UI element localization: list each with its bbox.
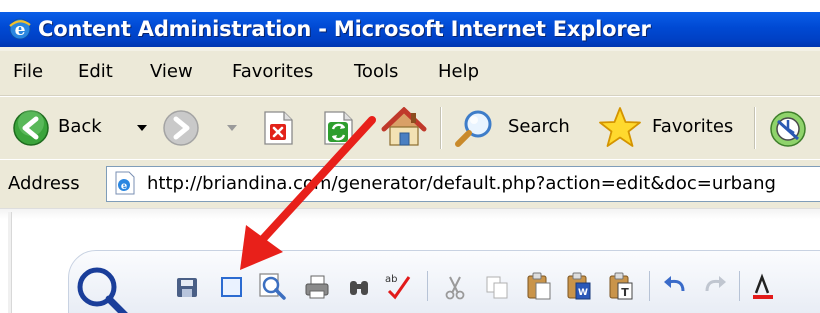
back-arrow-icon — [12, 109, 50, 147]
svg-text:W: W — [578, 288, 588, 298]
address-url[interactable]: http://briandina.com/generator/default.p… — [147, 173, 776, 194]
favorites-button[interactable]: Favorites — [596, 105, 746, 151]
cut-icon[interactable] — [441, 273, 469, 301]
svg-text:ab: ab — [385, 274, 397, 285]
media-icon[interactable] — [766, 109, 808, 149]
menu-help[interactable]: Help — [438, 61, 479, 82]
menu-favorites[interactable]: Favorites — [232, 61, 313, 82]
text-color-icon[interactable] — [749, 273, 777, 301]
window-title: Content Administration - Microsoft Inter… — [38, 17, 651, 41]
menu-view[interactable]: View — [150, 61, 193, 82]
search-label: Search — [508, 116, 570, 137]
forward-dropdown-icon[interactable] — [227, 125, 237, 131]
content-left-edge — [8, 212, 12, 313]
favorites-label: Favorites — [652, 116, 734, 137]
menu-file[interactable]: File — [13, 61, 43, 82]
address-label: Address — [8, 173, 80, 194]
find-preview-icon[interactable] — [257, 271, 286, 300]
ie-logo-icon: e — [8, 17, 32, 41]
top-margin — [0, 0, 820, 12]
home-icon[interactable] — [380, 107, 428, 149]
refresh-icon[interactable] — [322, 111, 354, 145]
content-frame-edge — [0, 208, 820, 219]
search-button[interactable]: Search — [452, 105, 580, 151]
paste-word-icon[interactable]: W — [565, 271, 593, 300]
menu-bar-edge — [0, 47, 820, 51]
magnifier-icon — [452, 107, 498, 149]
editor-separator — [427, 271, 428, 301]
paste-icon[interactable] — [525, 271, 553, 300]
star-icon — [596, 105, 644, 151]
spellcheck-icon[interactable]: ab — [381, 269, 413, 301]
toolbar-separator — [754, 107, 756, 149]
save-icon[interactable] — [173, 273, 201, 301]
screenshot: e Content Administration - Microsoft Int… — [0, 0, 820, 313]
editor-separator — [739, 271, 740, 301]
svg-text:e: e — [121, 181, 127, 192]
title-bar[interactable]: e Content Administration - Microsoft Int… — [0, 12, 820, 47]
stop-icon[interactable] — [262, 111, 294, 145]
address-field[interactable]: e http://briandina.com/generator/default… — [106, 166, 820, 202]
standard-toolbar: Back Search Favorites — [0, 96, 820, 160]
back-dropdown-icon[interactable] — [137, 125, 147, 131]
menu-tools[interactable]: Tools — [354, 61, 398, 82]
editor-separator — [649, 271, 650, 301]
preview-icon[interactable] — [217, 273, 245, 301]
forward-button[interactable] — [160, 105, 240, 151]
svg-text:T: T — [621, 286, 629, 299]
address-bar: Address e http://briandina.com/generator… — [0, 159, 820, 209]
back-label: Back — [58, 116, 102, 137]
copy-icon[interactable] — [483, 273, 511, 301]
print-icon[interactable] — [303, 273, 331, 301]
zoom-logo-icon — [73, 263, 133, 313]
menu-bar: File Edit View Favorites Tools Help — [0, 47, 820, 96]
menu-edit[interactable]: Edit — [78, 61, 113, 82]
toolbar-separator — [440, 107, 442, 149]
redo-icon[interactable] — [701, 273, 729, 301]
undo-icon[interactable] — [661, 273, 689, 301]
paste-text-icon[interactable]: T — [607, 271, 635, 300]
binoculars-icon[interactable] — [345, 273, 373, 301]
back-button[interactable]: Back — [10, 105, 160, 151]
editor-toolbar: ab W T — [68, 250, 820, 313]
page-icon: e — [113, 171, 137, 195]
forward-arrow-icon — [162, 109, 200, 147]
page-content: ab W T — [0, 208, 820, 313]
